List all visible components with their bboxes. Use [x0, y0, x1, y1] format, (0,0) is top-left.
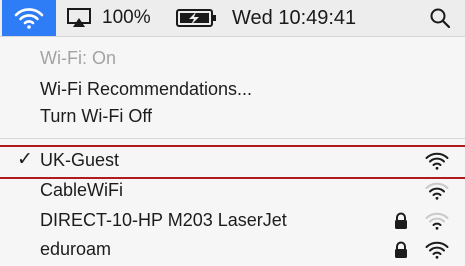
network-item-uk-guest[interactable]: ✓ UK-Guest — [0, 148, 465, 174]
wifi-status-label: Wi-Fi: On — [40, 48, 116, 68]
wifi-signal-full-icon — [425, 241, 449, 259]
spotlight-button[interactable] — [425, 0, 455, 36]
lock-icon — [395, 241, 407, 258]
wifi-signal-weak-icon — [425, 212, 449, 230]
battery-menu-extra[interactable] — [176, 0, 222, 36]
network-name: CableWiFi — [40, 180, 124, 200]
annotation-line-bottom — [0, 177, 465, 179]
wifi-signal-medium-icon — [425, 182, 449, 200]
network-item-eduroam[interactable]: eduroam — [0, 237, 465, 263]
connected-checkmark: ✓ — [17, 149, 33, 170]
wifi-menu-extra[interactable] — [2, 0, 56, 36]
network-item-direct-hp-laserjet[interactable]: DIRECT-10-HP M203 LaserJet — [0, 208, 465, 234]
menu-separator — [0, 138, 465, 139]
wifi-signal-full-icon — [425, 152, 449, 170]
network-name: eduroam — [40, 239, 112, 259]
battery-percent[interactable]: 100% — [102, 0, 151, 36]
airplay-menu-extra[interactable] — [64, 0, 94, 36]
menubar-clock[interactable]: Wed 10:49:41 — [232, 0, 356, 36]
annotation-line-top — [0, 145, 465, 147]
wifi-icon — [14, 8, 44, 29]
network-name: DIRECT-10-HP M203 LaserJet — [40, 210, 287, 230]
airplay-icon — [67, 8, 91, 27]
network-name: UK-Guest — [40, 150, 120, 170]
menu-bar: 100% Wed 10:49:41 — [0, 0, 465, 37]
wifi-dropdown-menu: Wi-Fi: On Wi-Fi Recommendations... Turn … — [0, 37, 465, 266]
turn-wifi-off-item[interactable]: Turn Wi-Fi Off — [40, 106, 152, 127]
spotlight-search-icon — [430, 8, 451, 29]
wifi-recommendations-item[interactable]: Wi-Fi Recommendations... — [40, 79, 252, 100]
battery-charging-icon — [176, 9, 216, 27]
network-item-cablewifi[interactable]: CableWiFi — [0, 178, 465, 204]
lock-icon — [395, 212, 407, 229]
